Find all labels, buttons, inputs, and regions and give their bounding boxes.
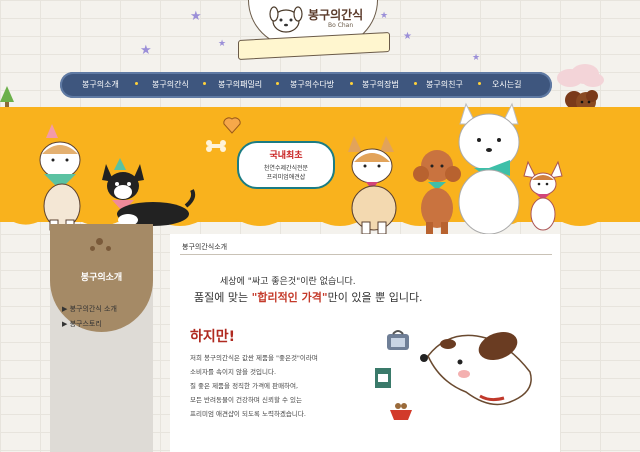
nav-item-snacks[interactable]: 봉구의간식 [152, 72, 189, 98]
star-icon: ★ [472, 53, 481, 63]
main-content: 봉구의간식소개 세상에 "싸고 좋은것"이란 없습니다. 품질에 맞는 "합리적… [170, 234, 560, 452]
sidebar-item-label: 봉구스토리 [69, 320, 102, 328]
star-icon: ★ [403, 31, 412, 42]
logo-subtitle: Bo Chan [328, 22, 354, 29]
intro-line1: 세상에 "싸고 좋은것"이란 없습니다. [220, 277, 356, 287]
nav-separator-dot [276, 82, 279, 85]
small-chihuahua-illustration [523, 160, 563, 231]
nav-separator-dot [135, 82, 138, 85]
shiba-puppy-illustration [39, 124, 81, 231]
sidebar-item-story[interactable]: ▶ 봉구스토리 [62, 319, 102, 329]
logo-ribbon [238, 32, 390, 60]
speech-title: 국내최초 [269, 151, 303, 161]
star-icon: ★ [218, 39, 227, 49]
pet-carrier-icon [387, 330, 409, 350]
nav-separator-dot [414, 82, 417, 85]
nav-item-chat[interactable]: 봉구의수다방 [290, 72, 334, 98]
star-icon: ★ [190, 9, 202, 24]
paragraph-line: 모든 반려동물이 건강하며 신뢰할 수 있는 [190, 396, 302, 404]
food-bowl-icon [390, 403, 412, 420]
tree-icon [0, 86, 14, 108]
dog-logo-icon [269, 6, 303, 33]
paw-icon [90, 246, 95, 251]
cartoon-dog-illustration [420, 331, 532, 406]
paw-icon [106, 246, 111, 251]
cloud-icon [557, 64, 604, 87]
samoyed-illustration [458, 102, 520, 235]
intro-line2-post: 만이 있을 뿐 입니다. [327, 291, 423, 304]
nav-item-intro[interactable]: 봉구의소개 [82, 72, 119, 98]
intro-line2-emphasis: "합리적인 가격" [251, 291, 328, 304]
bone-icon [206, 140, 226, 152]
main-navigation: 봉구의소개 봉구의간식 봉구의패밀리 봉구의수다방 봉구의장범 봉구의친구 오시… [60, 72, 552, 98]
sidebar-item-label: 봉구의간식 소개 [69, 305, 117, 313]
chihuahua-illustration [102, 158, 196, 226]
nav-item-directions[interactable]: 오시는길 [492, 72, 521, 98]
breadcrumb: 봉구의간식소개 [182, 243, 228, 251]
paragraph-line: 질 좋은 제품을 정직한 가격에 판매하여, [190, 382, 299, 390]
sidebar-item-snacks-intro[interactable]: ▶ 봉구의간식 소개 [62, 304, 117, 314]
sidebar-title: 봉구의소개 [80, 273, 123, 283]
paw-icon [96, 238, 103, 245]
speech-line2: 프리미엄애견샵 [266, 174, 306, 181]
logo-title: 봉구의간식 [308, 8, 364, 22]
heart-icon [223, 117, 241, 134]
intro-line2: 품질에 맞는 "합리적인 가격"만이 있을 뿐 입니다. [194, 289, 423, 305]
speech-line1: 천연수제간식전문 [263, 165, 309, 172]
paragraph-line: 프리미엄 애견샵이 되도록 노력하겠습니다. [190, 410, 306, 418]
divider [180, 254, 552, 255]
nav-item-friends[interactable]: 봉구의친구 [426, 72, 463, 98]
speech-bubble: 국내최초 천연수제간식전문 프리미엄애견샵 [237, 141, 335, 189]
star-icon: ★ [140, 43, 152, 58]
nav-item-family[interactable]: 봉구의패밀리 [218, 72, 262, 98]
paragraph-line: 소비자를 속이지 않을 것입니다. [190, 368, 277, 376]
nav-separator-dot [350, 82, 353, 85]
site-logo[interactable]: 봉구의간식 Bo Chan [238, 0, 390, 62]
sidebar: 봉구의소개 ▶ 봉구의간식 소개 ▶ 봉구스토리 [50, 224, 153, 452]
paragraph-line: 저희 봉구의간식은 값싼 제품을 "좋은것"이라며 [190, 354, 318, 362]
corgi-illustration [348, 136, 397, 235]
nav-item-board[interactable]: 봉구의장범 [362, 72, 399, 98]
section-heading: 하지만! [190, 329, 236, 345]
intro-line2-pre: 품질에 맞는 [194, 291, 252, 304]
nav-separator-dot [478, 82, 481, 85]
nav-separator-dot [203, 82, 206, 85]
food-bag-icon [375, 368, 391, 388]
